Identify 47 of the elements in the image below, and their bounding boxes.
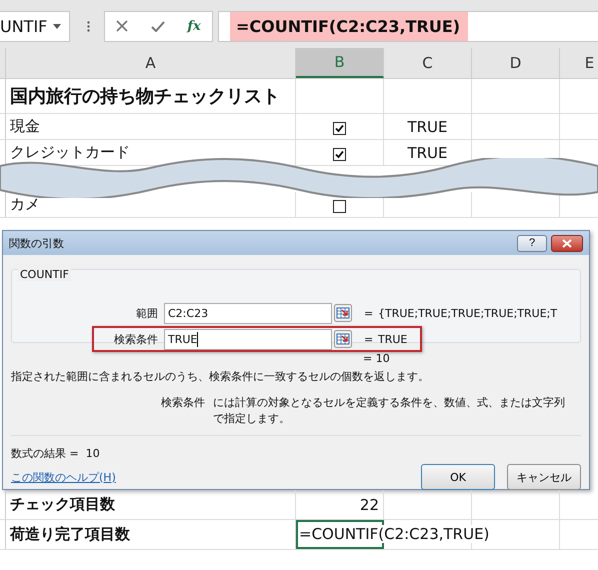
row-label: チェック項目数 [10, 495, 115, 514]
function-result: = 10 [363, 352, 390, 364]
help-button[interactable]: ? [517, 234, 547, 252]
table-cell: 22 [296, 490, 384, 519]
name-box[interactable]: UNTIF [0, 10, 70, 42]
cell-value: TRUE [407, 144, 448, 162]
argument-label: 検索条件 [113, 332, 159, 346]
formula-result: 数式の結果 = 10 [11, 446, 100, 460]
equals-sign: = [364, 332, 374, 346]
item-label: 現金 [10, 117, 40, 136]
argument-name: 検索条件 [161, 395, 205, 411]
close-button[interactable] [551, 234, 583, 252]
argument-field[interactable]: TRUE [164, 328, 332, 350]
formula-text: =COUNTIF(C2:C23,TRUE) [230, 12, 468, 40]
checkbox[interactable] [333, 148, 346, 161]
cell-value: TRUE [407, 118, 448, 136]
cell-formula: =COUNTIF(C2:C23,TRUE) [299, 525, 492, 543]
argument-label: 範囲 [135, 306, 159, 320]
column-header[interactable]: D [472, 48, 560, 78]
function-name: COUNTIF [18, 268, 71, 281]
item-label: クレジットカード [10, 143, 130, 162]
formula-field[interactable]: =COUNTIF(C2:C23,TRUE) [218, 10, 598, 42]
argument-description: には計算の対象となるセルを定義する条件を、数値、式、または文字列で指定します。 [213, 395, 566, 427]
argument-value: {TRUE;TRUE;TRUE;TRUE;TRUE;T [378, 306, 558, 320]
close-icon [562, 238, 572, 248]
cancel-button[interactable]: キャンセル [507, 464, 581, 490]
dialog-title: 関数の引数 [9, 236, 65, 250]
dropdown-icon [53, 24, 61, 28]
equals-sign: = [364, 306, 374, 320]
ok-button[interactable]: OK [421, 464, 495, 490]
column-header[interactable]: E [560, 48, 598, 78]
insert-function-button[interactable]: fx [187, 18, 201, 34]
check-icon[interactable] [150, 20, 165, 32]
grip-icon [87, 20, 90, 32]
checkbox[interactable] [333, 122, 346, 135]
argument-value: TRUE [378, 332, 408, 346]
range-select-icon[interactable] [334, 330, 352, 348]
checkbox[interactable] [333, 200, 346, 213]
sheet-title: 国内旅行の持ち物チェックリスト [10, 85, 280, 108]
item-label: カメ [10, 195, 40, 214]
argument-field[interactable]: C2:C23 [164, 302, 332, 324]
help-link[interactable]: この関数のヘルプ(H) [11, 470, 116, 484]
function-description: 指定された範囲に含まれるセルのうち、検索条件に一致するセルの個数を返します。 [11, 369, 430, 385]
range-select-icon[interactable] [334, 304, 352, 322]
cancel-icon[interactable] [116, 20, 128, 32]
column-header[interactable]: C [384, 48, 472, 78]
row-label: 荷造り完了項目数 [10, 525, 130, 544]
